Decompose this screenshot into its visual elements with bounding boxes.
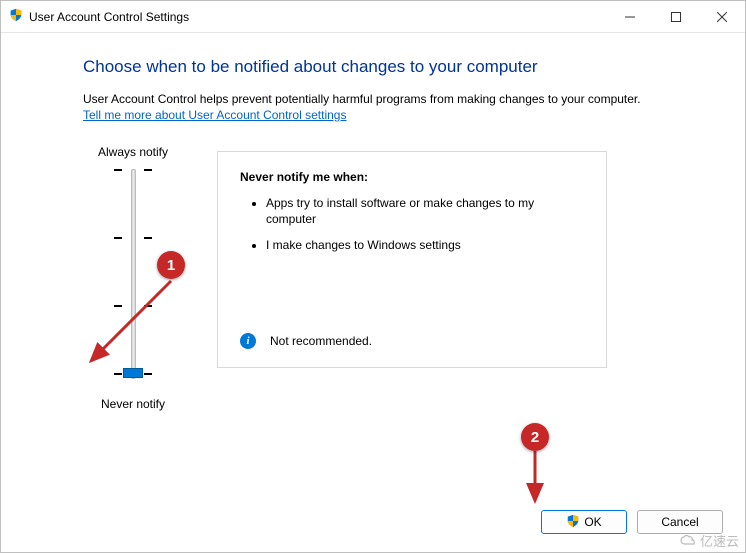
ok-button[interactable]: OK <box>541 510 627 534</box>
window-title: User Account Control Settings <box>29 10 189 24</box>
window-controls <box>607 1 745 33</box>
titlebar: User Account Control Settings <box>1 1 745 33</box>
annotation-arrow-2 <box>525 449 545 509</box>
cancel-button-label: Cancel <box>661 515 698 529</box>
content-area: Choose when to be notified about changes… <box>1 33 745 552</box>
close-button[interactable] <box>699 1 745 33</box>
annotation-badge-2: 2 <box>521 423 549 451</box>
annotation-arrow-1 <box>81 273 181 373</box>
learn-more-link[interactable]: Tell me more about User Account Control … <box>83 108 346 122</box>
notification-details-box: Never notify me when: Apps try to instal… <box>217 151 607 368</box>
slider-tick <box>114 237 152 239</box>
notify-bullet: Apps try to install software or make cha… <box>266 196 566 227</box>
recommendation-text: Not recommended. <box>270 334 372 348</box>
watermark: 亿速云 <box>680 531 739 550</box>
ok-button-label: OK <box>584 515 601 529</box>
shield-icon <box>9 8 23 25</box>
minimize-button[interactable] <box>607 1 653 33</box>
maximize-button[interactable] <box>653 1 699 33</box>
slider-tick <box>114 169 152 171</box>
annotation-badge-1: 1 <box>157 251 185 279</box>
info-icon: i <box>240 333 256 349</box>
notify-bullet: I make changes to Windows settings <box>266 238 566 254</box>
shield-icon <box>566 514 580 531</box>
page-heading: Choose when to be notified about changes… <box>83 57 687 77</box>
uac-settings-window: User Account Control Settings Choose whe… <box>0 0 746 553</box>
slider-bottom-label: Never notify <box>101 397 165 411</box>
slider-top-label: Always notify <box>98 145 168 159</box>
notify-box-title: Never notify me when: <box>240 170 584 184</box>
description-text: User Account Control helps prevent poten… <box>83 91 687 107</box>
